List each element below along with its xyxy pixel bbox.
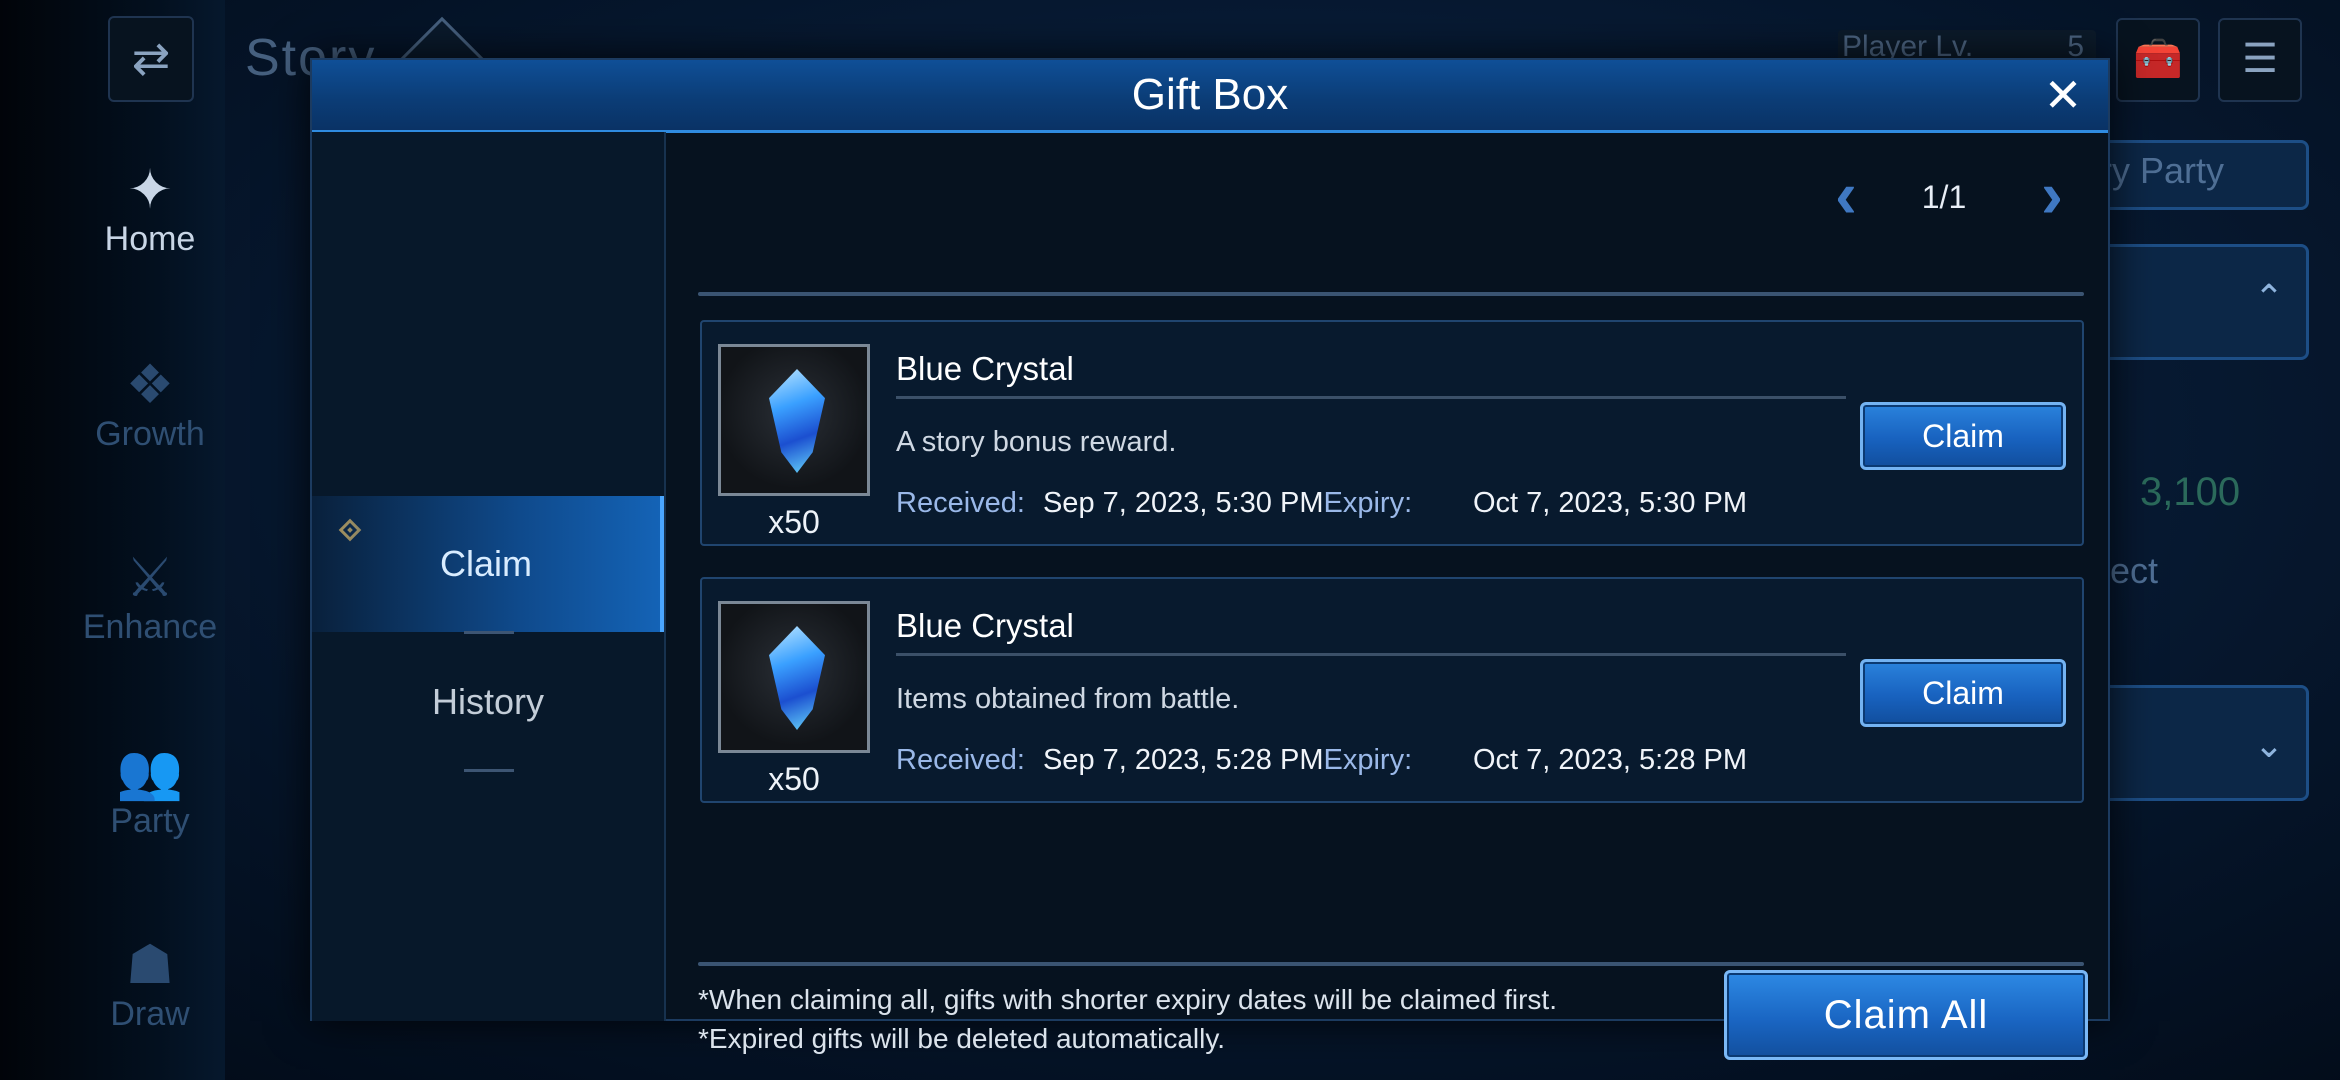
gift-item: x50 Blue Crystal Items obtained from bat… xyxy=(700,577,2084,803)
chevron-left-icon: ‹ xyxy=(1835,157,1857,231)
item-name: Blue Crystal xyxy=(896,350,1074,387)
expiry-value: Oct 7, 2023, 5:30 PM xyxy=(1473,487,1748,519)
expand-panel[interactable]: ⌄ xyxy=(2095,685,2309,801)
divider xyxy=(698,962,2084,966)
growth-icon: ❖ xyxy=(125,355,175,415)
gift-item: x50 Blue Crystal A story bonus reward. R… xyxy=(700,320,2084,546)
nav-item-label: Draw xyxy=(110,995,190,1033)
item-quantity: x50 xyxy=(768,761,820,797)
gift-box-dialog: Gift Box ✕ Claim History ‹ 1/1 › x50 Blu… xyxy=(310,58,2110,1060)
home-icon: ✦ xyxy=(127,160,173,220)
dialog-title: Gift Box xyxy=(1131,70,1289,119)
tab-history[interactable]: History xyxy=(312,634,664,770)
dialog-header: Gift Box ✕ xyxy=(312,60,2108,133)
item-thumbnail xyxy=(718,601,870,753)
nav-item-label: Growth xyxy=(95,415,205,453)
prev-page-button[interactable]: ‹ xyxy=(1824,161,1868,228)
received-label: Received: xyxy=(896,744,1025,776)
swap-icon: ⇄ xyxy=(131,32,171,84)
item-description: A story bonus reward. xyxy=(896,426,1177,458)
close-icon: ✕ xyxy=(2043,69,2083,121)
note-line: *When claiming all, gifts with shorter e… xyxy=(698,984,1557,1015)
claim-all-button[interactable]: Claim All xyxy=(1724,970,2088,1060)
hamburger-menu-icon: ☰ xyxy=(2242,37,2278,81)
received-label: Received: xyxy=(896,487,1025,519)
close-button[interactable]: ✕ xyxy=(2036,68,2090,122)
tab-label: History xyxy=(431,681,544,722)
gift-list-panel: ‹ 1/1 › x50 Blue Crystal A story bonus r… xyxy=(666,132,2110,1060)
claim-notes: *When claiming all, gifts with shorter e… xyxy=(698,980,1557,1058)
pagination: ‹ 1/1 › xyxy=(1824,161,2084,228)
nav-item-draw[interactable]: ☗ Draw xyxy=(60,935,240,1034)
blue-crystal-icon xyxy=(769,369,825,473)
item-dates: Received: Sep 7, 2023, 5:30 PMExpiry: Oct… xyxy=(896,487,1747,520)
chevron-right-icon: › xyxy=(2041,157,2063,231)
party-button-label: ry Party xyxy=(2100,150,2225,191)
chevron-up-icon: ⌃ xyxy=(2253,277,2284,318)
nav-item-label: Enhance xyxy=(82,608,218,646)
divider xyxy=(896,396,1846,399)
draw-icon: ☗ xyxy=(125,935,175,995)
claim-button[interactable]: Claim xyxy=(1860,402,2066,470)
chevron-down-icon: ⌄ xyxy=(2253,724,2284,765)
note-line: *Expired gifts will be deleted automatic… xyxy=(698,1023,1226,1054)
divider xyxy=(896,653,1846,656)
received-value: Sep 7, 2023, 5:30 PM xyxy=(1042,487,1324,519)
menu-button[interactable]: ☰ xyxy=(2218,18,2302,102)
nav-item-party[interactable]: 👥 Party xyxy=(60,742,240,841)
nav-item-home[interactable]: ✦ Home xyxy=(60,160,240,259)
expiry-label: Expiry: xyxy=(1323,487,1413,519)
party-icon: 👥 xyxy=(116,742,184,802)
toolbox-icon: 🧰 xyxy=(2133,37,2183,81)
item-dates: Received: Sep 7, 2023, 5:28 PMExpiry: Oct… xyxy=(896,744,1747,777)
currency-value: 3,100 xyxy=(2140,470,2241,514)
tab-label: Claim xyxy=(439,543,532,584)
nav-item-label: Party xyxy=(110,802,190,840)
next-page-button[interactable]: › xyxy=(2030,161,2074,228)
toolbox-button[interactable]: 🧰 xyxy=(2116,18,2200,102)
nav-item-growth[interactable]: ❖ Growth xyxy=(60,355,240,454)
nav-item-enhance[interactable]: ⚔ Enhance xyxy=(60,548,240,647)
gift-box-sidebar: Claim History xyxy=(312,132,666,1021)
divider xyxy=(698,292,2084,296)
expiry-label: Expiry: xyxy=(1323,744,1413,776)
received-value: Sep 7, 2023, 5:28 PM xyxy=(1042,744,1324,776)
item-name: Blue Crystal xyxy=(896,607,1074,644)
claim-button[interactable]: Claim xyxy=(1860,659,2066,727)
switch-button[interactable]: ⇄ xyxy=(108,16,194,102)
nav-item-label: Home xyxy=(104,220,196,258)
expiry-value: Oct 7, 2023, 5:28 PM xyxy=(1473,744,1748,776)
select-button-label: ect xyxy=(2110,550,2159,591)
tab-claim[interactable]: Claim xyxy=(312,496,664,632)
item-quantity: x50 xyxy=(768,504,820,540)
tab-divider xyxy=(464,769,514,772)
collapse-panel[interactable]: ⌃ xyxy=(2095,244,2309,360)
enhance-icon: ⚔ xyxy=(125,548,175,608)
item-description: Items obtained from battle. xyxy=(896,683,1240,715)
blue-crystal-icon xyxy=(769,626,825,730)
page-indicator: 1/1 xyxy=(1921,179,1967,215)
item-thumbnail xyxy=(718,344,870,496)
